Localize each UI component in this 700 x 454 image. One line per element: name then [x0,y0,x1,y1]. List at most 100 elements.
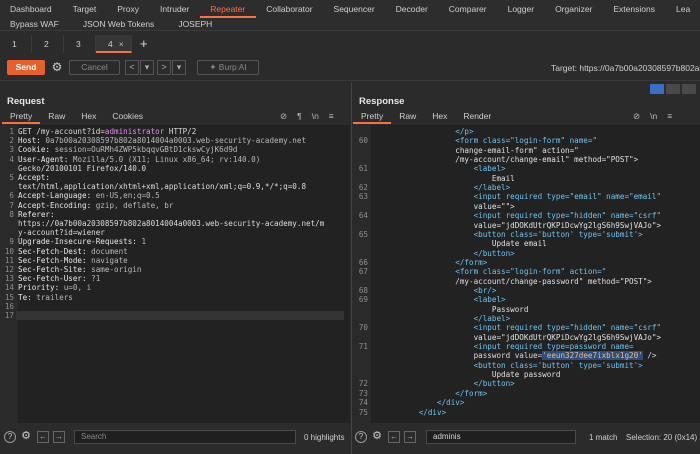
repeater-tab-3[interactable]: 3 [64,35,96,53]
repeater-tab-label: 1 [12,39,17,49]
code-line: </form> [373,388,488,398]
code-line: <input required type="hidden" name="csrf… [373,323,662,333]
code-line: <button class='button' type='submit'> [373,360,643,370]
response-editor[interactable]: </p> 60 <form class="login-form" name=" c… [353,125,700,423]
back-arrow-icon[interactable]: ← [37,431,49,443]
wrap-icon[interactable]: ¶ [297,111,302,122]
help-icon[interactable]: ? [355,431,367,443]
code-line: Accept-Encoding: gzip, deflate, br [18,201,173,210]
split-horizontal-icon[interactable] [650,84,664,94]
send-button[interactable]: Send [7,60,45,75]
nav-tab-lea[interactable]: Lea [666,0,700,18]
nav-tab-comparer[interactable]: Comparer [439,0,498,18]
newline-icon[interactable]: \n [650,111,657,122]
forward-arrow-icon[interactable]: → [53,431,65,443]
nav-tab-decoder[interactable]: Decoder [386,0,439,18]
close-icon[interactable]: × [119,39,124,49]
burp-ai-label: Burp AI [218,62,247,72]
nav-tab-logger[interactable]: Logger [498,0,545,18]
tab-hex[interactable]: Hex [73,110,104,124]
request-title: Request [7,96,45,107]
nav-tab-organizer[interactable]: Organizer [545,0,603,18]
code-line: <form class="login-form" name=" [373,136,598,146]
forward-button[interactable]: > [157,60,171,75]
code-line: Accept: [18,173,50,182]
header-value: 1 [136,237,147,247]
ext-tab-json-web-tokens[interactable]: JSON Web Tokens [73,19,155,29]
hide-icon[interactable]: ⊘ [280,111,287,122]
tab-raw[interactable]: Raw [40,110,73,124]
gear-icon[interactable]: ⚙ [371,431,383,443]
back-dropdown-icon[interactable]: ▾ [140,60,154,75]
back-arrow-icon[interactable]: ← [388,431,400,443]
code-line: </p> [373,127,474,136]
code-line: </label> [373,183,511,193]
response-search-input[interactable]: adminis [426,430,576,444]
repeater-tab-4[interactable]: 4 × [96,35,132,53]
split-vertical-icon[interactable] [666,84,680,94]
code-line: </button> [373,379,515,389]
header-value: same-origin [86,265,142,274]
tab-pretty[interactable]: Pretty [353,110,392,124]
code-line: Email [373,173,515,183]
line-number: 1 [9,127,14,136]
header-name: Host: [18,136,41,146]
request-editor[interactable]: 1 GET /my-account?id=administrator HTTP/2… [2,125,350,423]
add-tab-icon[interactable]: + [140,35,148,53]
sparkle-icon: ✦ [209,62,219,72]
repeater-tab-2[interactable]: 2 [32,35,64,53]
menu-icon[interactable]: ≡ [667,111,672,122]
help-icon[interactable]: ? [4,431,16,443]
forward-arrow-icon[interactable]: → [404,431,416,443]
current-line-highlight [16,311,344,320]
nav-tab-proxy[interactable]: Proxy [107,0,150,18]
nav-tab-extensions[interactable]: Extensions [603,0,666,18]
repeater-tab-1[interactable]: 1 [0,35,32,53]
header-value: en-US,en;q=0.5 [91,191,160,201]
gear-icon[interactable]: ⚙ [20,431,32,443]
burp-ai-button[interactable]: ✦ Burp AI [197,60,259,75]
pane-divider[interactable] [351,82,352,454]
extension-nav: Bypass WAF JSON Web Tokens JOSEPH [0,18,700,31]
response-editor-options: ⊘ \n ≡ [623,111,672,122]
nav-tab-repeater[interactable]: Repeater [200,0,257,18]
nav-tab-sequencer[interactable]: Sequencer [324,0,386,18]
nav-tab-collaborator[interactable]: Collaborator [256,0,323,18]
header-name: Sec-Fetch-User: [18,274,87,284]
single-pane-icon[interactable] [682,84,696,94]
code-line: text/html,application/xhtml+xml,applicat… [18,182,307,192]
header-value: ?1 [86,274,101,284]
tab-cookies[interactable]: Cookies [104,110,151,124]
repeater-tab-label: 4 [108,39,113,49]
line-number: 6 [9,191,14,201]
nav-tab-target[interactable]: Target [63,0,108,18]
tab-raw[interactable]: Raw [391,110,424,124]
header-value: session=OuRMh4ZWP5kbqqvGBtD1ckswCyjK6d9d [50,145,238,155]
tab-pretty[interactable]: Pretty [2,110,41,124]
selection-info: Selection: 20 (0x14) [626,433,698,442]
menu-icon[interactable]: ≡ [329,111,334,122]
tab-hex[interactable]: Hex [424,110,455,124]
forward-dropdown-icon[interactable]: ▾ [172,60,186,75]
request-search-input[interactable]: Search [74,430,296,444]
response-view-tabs: Pretty Raw Hex Render [353,110,499,124]
nav-tab-intruder[interactable]: Intruder [150,0,200,18]
hide-icon[interactable]: ⊘ [633,111,640,122]
nav-tab-dashboard[interactable]: Dashboard [0,0,63,18]
line-number: 8 [9,209,14,219]
ext-tab-bypass-waf[interactable]: Bypass WAF [0,19,59,29]
gear-icon[interactable]: ⚙ [50,60,64,74]
code-line: Cookie: session=OuRMh4ZWP5kbqqvGBtD1cksw… [18,145,237,154]
tab-render[interactable]: Render [455,110,499,124]
header-name: Accept-Encoding: [18,200,92,210]
request-highlights-count: 0 highlights [304,433,345,442]
ext-tab-joseph[interactable]: JOSEPH [168,19,212,29]
back-button[interactable]: < [125,60,139,75]
target-url[interactable]: Target: https://0a7b00a20308597b802a8 [551,63,700,73]
line-number: 67 [358,267,368,277]
password-value-highlight: 'eeun327dee7ixblx1g20' [542,351,643,361]
newline-icon[interactable]: \n [312,111,319,122]
request-editor-options: ⊘ ¶ \n ≡ [270,111,334,122]
cancel-button[interactable]: Cancel [69,60,120,75]
line-number: 62 [358,183,368,193]
